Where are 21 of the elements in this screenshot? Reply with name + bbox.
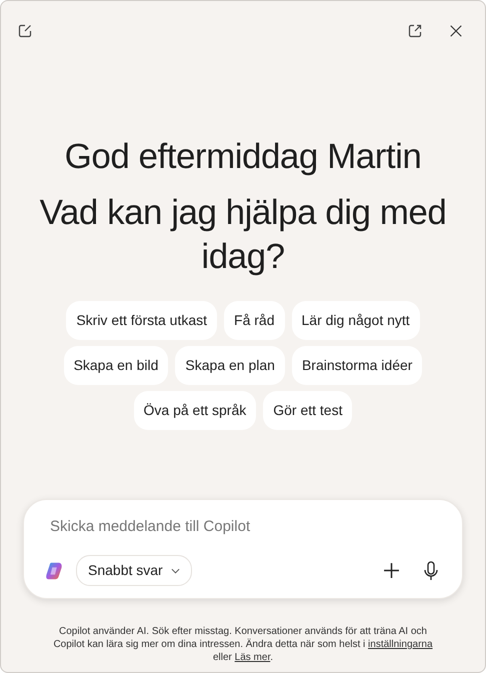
external-link-icon [407,23,423,39]
message-input[interactable]: Skicka meddelande till Copilot [44,514,442,538]
compose-icon [17,23,33,39]
microphone-icon [423,560,439,580]
settings-link[interactable]: inställningarna [368,639,433,650]
close-icon [449,24,463,38]
suggestion-chip[interactable]: Skapa en plan [175,346,285,385]
read-more-link[interactable]: Läs mer [234,652,270,663]
suggestion-chip[interactable]: Få råd [224,301,284,340]
suggestion-chip[interactable]: Öva på ett språk [134,391,256,430]
chevron-down-icon [170,568,180,574]
suggestion-chip[interactable]: Skriv ett första utkast [66,301,218,340]
greeting-heading: God eftermiddag Martin [64,136,422,178]
suggestion-chip[interactable]: Brainstorma idéer [292,346,422,385]
question-heading: Vad kan jag hjälpa dig med idag? [38,192,448,278]
mode-dropdown[interactable]: Snabbt svar [76,555,192,586]
plus-icon [382,562,400,579]
suggestion-chip[interactable]: Skapa en bild [64,346,168,385]
disclaimer-text: Copilot använder AI. Sök efter misstag. Konversationer används för att träna AI och Copilot kan lära sig mer om dina intressen. Ändra detta när som helst i inställningarna eller Läs mer. [52,625,434,664]
suggestion-chip[interactable]: Lär dig något nytt [292,301,420,340]
suggestion-chip[interactable]: Gör ett test [263,391,352,430]
